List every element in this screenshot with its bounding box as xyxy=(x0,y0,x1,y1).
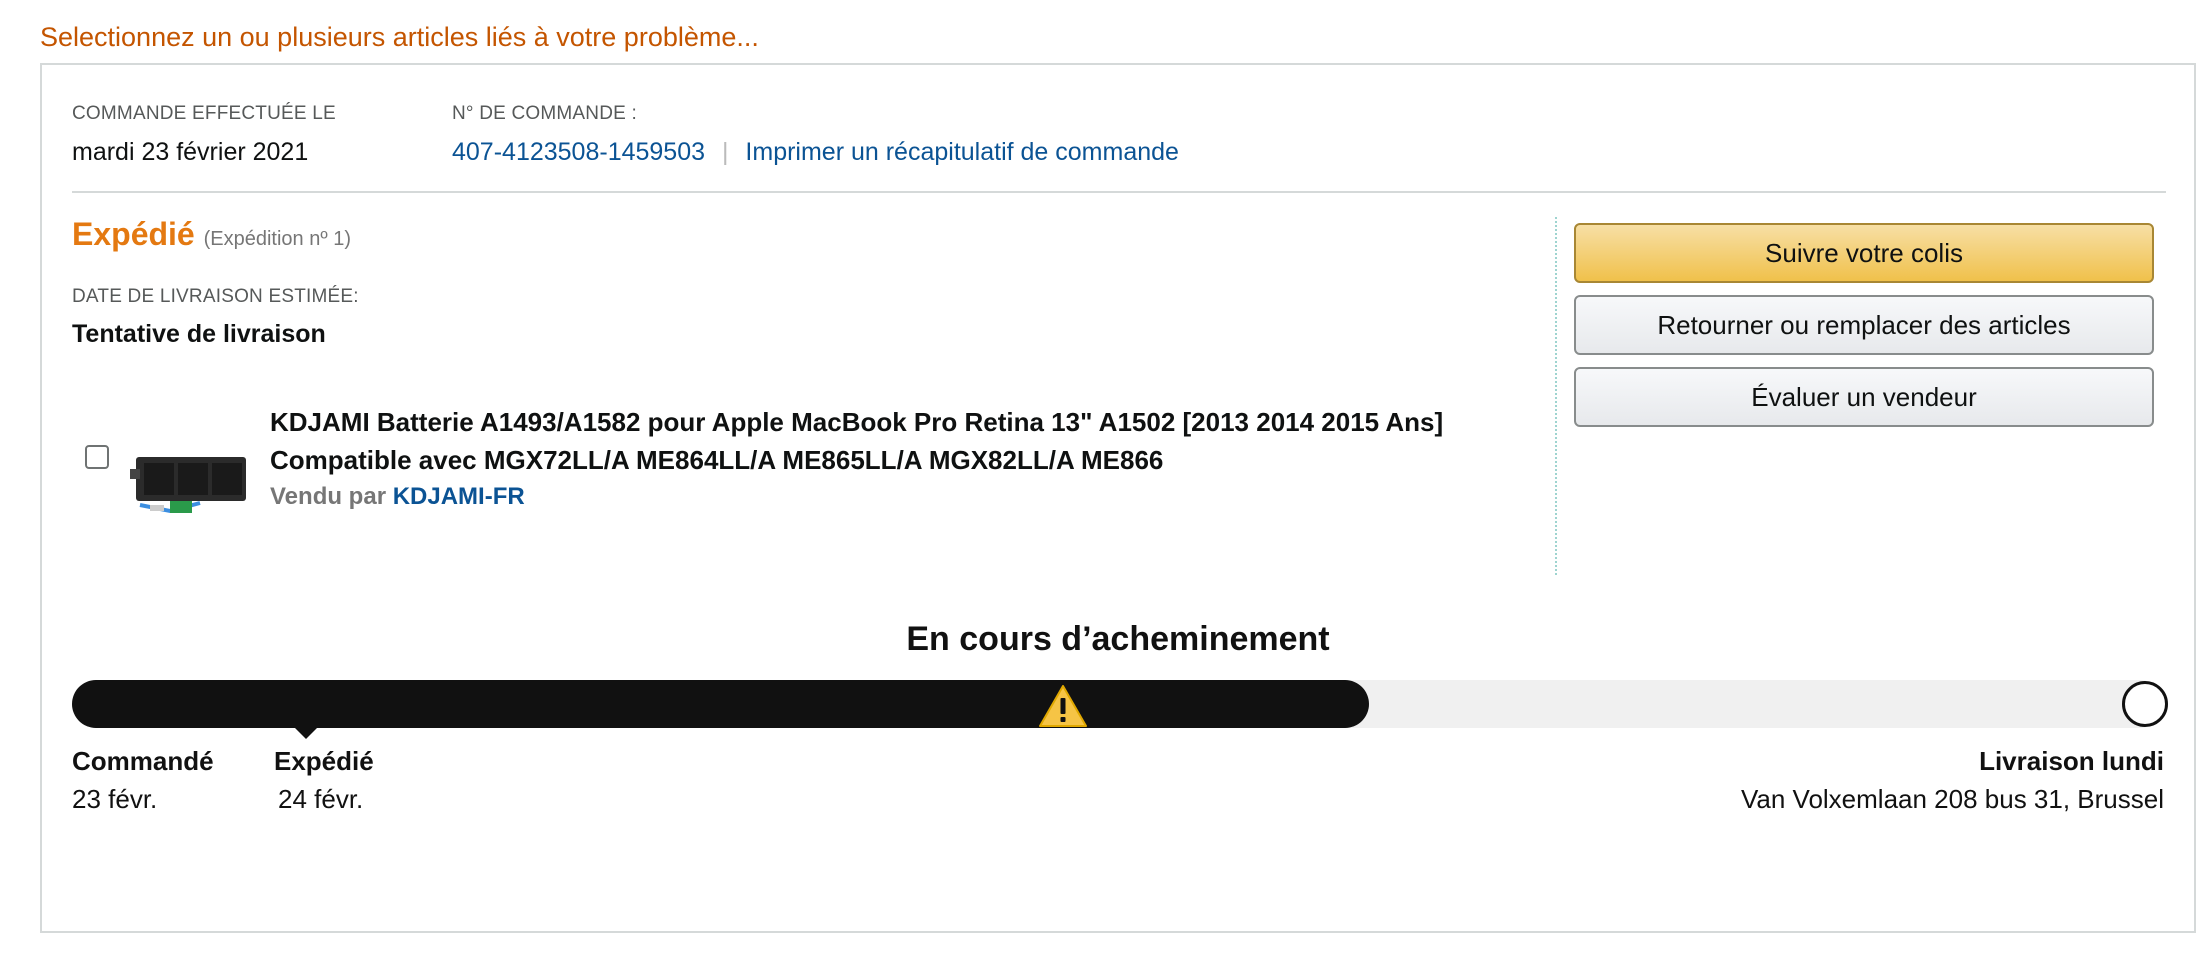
shipment-status: Expédié (Expédition nº 1) xyxy=(72,216,351,253)
delivery-endpoint-circle xyxy=(2122,681,2168,727)
stage-delivery-label: Livraison lundi xyxy=(1979,746,2164,776)
stage-shipped-date: 24 févr. xyxy=(278,784,364,814)
track-package-button[interactable]: Suivre votre colis xyxy=(1574,223,2154,283)
stage-ordered-label: Commandé xyxy=(72,746,214,776)
return-replace-button[interactable]: Retourner ou remplacer des articles xyxy=(1574,295,2154,355)
delivery-address: Van Volxemlaan 208 bus 31, Brussel xyxy=(1740,784,2164,814)
order-number-link[interactable]: 407-4123508-1459503 xyxy=(452,138,705,166)
delivery-date-value: Tentative de livraison xyxy=(72,320,326,348)
seller-line: Vendu par KDJAMI-FR xyxy=(270,483,525,511)
delivery-date-label: DATE DE LIVRAISON ESTIMÉE: xyxy=(72,286,359,307)
stage-marker-notch xyxy=(294,727,318,739)
product-thumbnail[interactable] xyxy=(130,445,250,525)
order-card: COMMANDE EFFECTUÉE LE mardi 23 février 2… xyxy=(40,63,2196,933)
order-placed-date: mardi 23 février 2021 xyxy=(72,138,309,166)
rate-seller-button[interactable]: Évaluer un vendeur xyxy=(1574,367,2154,427)
stage-shipped-label: Expédié xyxy=(274,746,374,776)
item-checkbox[interactable] xyxy=(85,445,109,469)
tracking-title: En cours d’acheminement xyxy=(906,620,1330,658)
stage-ordered-date: 23 févr. xyxy=(72,784,158,814)
tracking-progress-fill xyxy=(72,680,1369,739)
order-number-row: 407-4123508-1459503 | Imprimer un récapi… xyxy=(452,138,1179,167)
print-summary-link[interactable]: Imprimer un récapitulatif de commande xyxy=(745,138,1179,166)
seller-link[interactable]: KDJAMI-FR xyxy=(393,483,525,510)
product-title[interactable]: KDJAMI Batterie A1493/A1582 pour Apple M… xyxy=(270,403,1530,479)
sold-by-label: Vendu par xyxy=(270,483,387,510)
shipment-status-text: Expédié xyxy=(72,216,195,252)
actions-divider xyxy=(1555,217,1557,575)
order-placed-label: COMMANDE EFFECTUÉE LE xyxy=(72,103,336,124)
warning-triangle-icon xyxy=(1039,685,1087,727)
order-separator: | xyxy=(721,138,729,166)
order-number-label: N° DE COMMANDE : xyxy=(452,103,637,124)
select-items-prompt: Selectionnez un ou plusieurs articles li… xyxy=(40,22,759,52)
header-divider xyxy=(72,191,2166,193)
tracking-progress-bar xyxy=(72,680,2168,739)
shipment-number: (Expédition nº 1) xyxy=(203,228,351,250)
